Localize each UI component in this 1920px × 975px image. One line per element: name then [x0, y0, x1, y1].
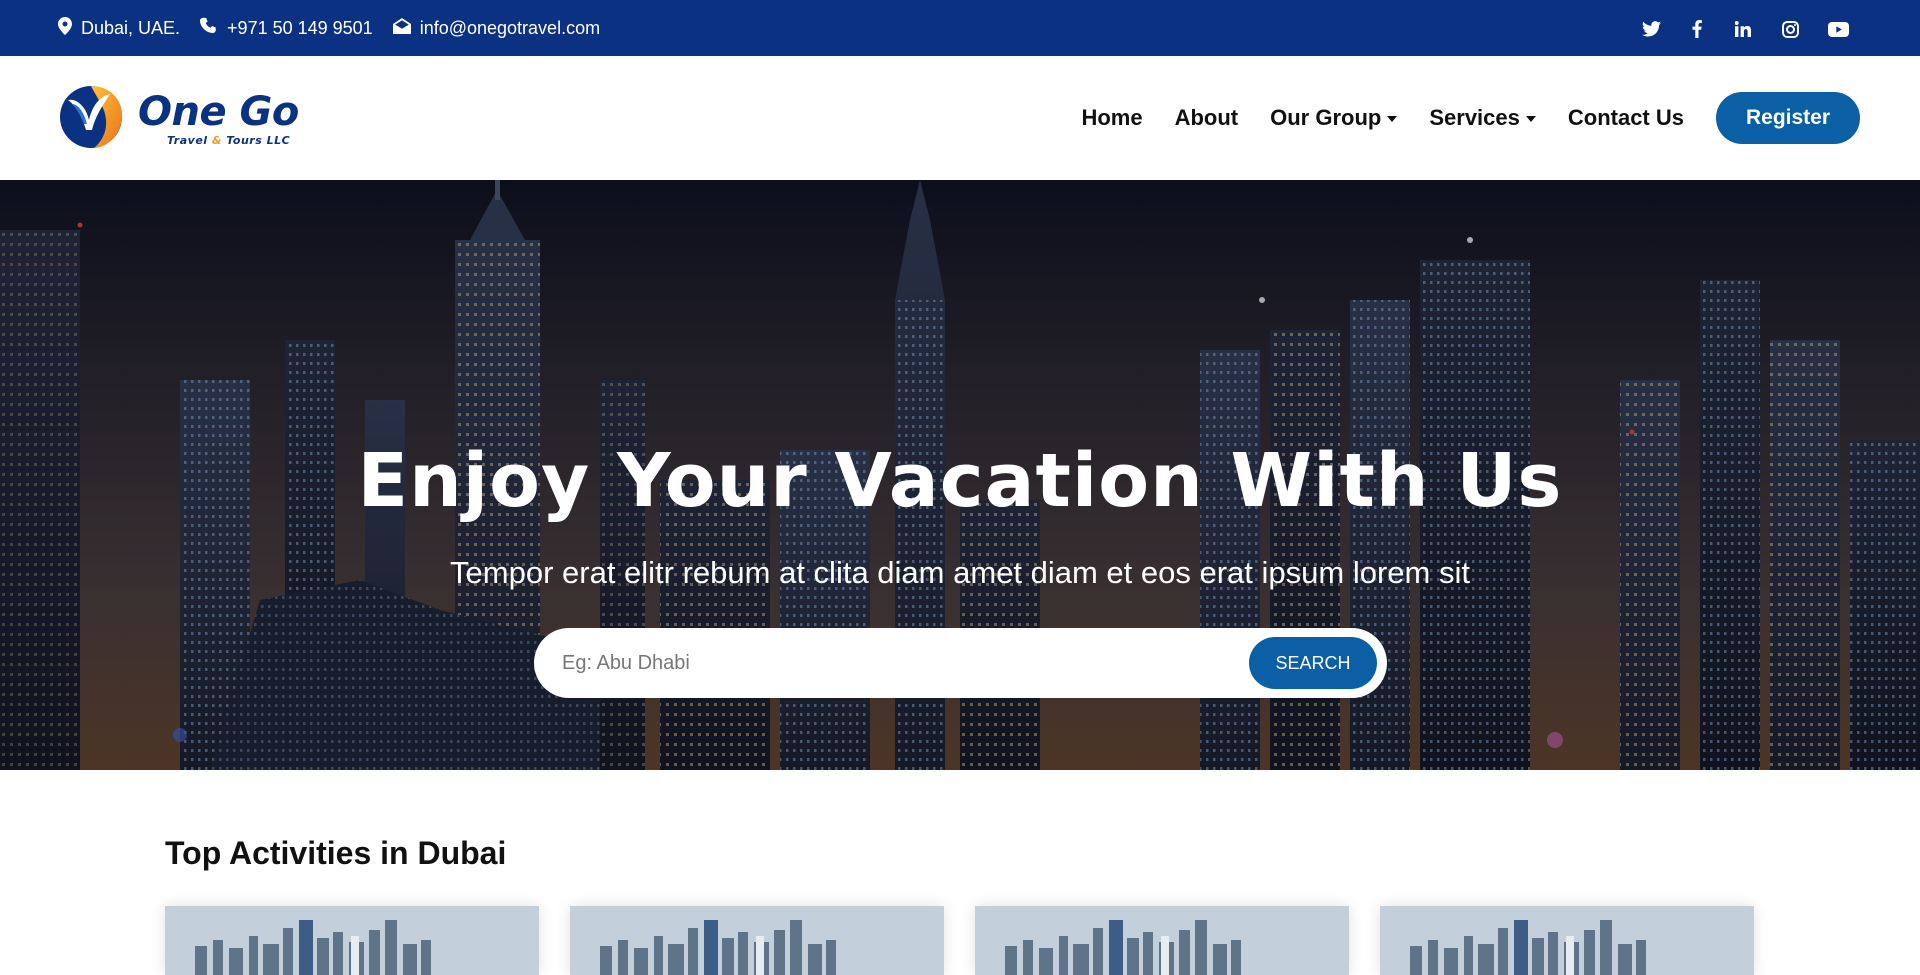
location-text: Dubai, UAE. — [81, 17, 181, 38]
hero-subtitle: Tempor erat elitr rebum at clita diam am… — [450, 555, 1470, 590]
activity-card-image — [570, 906, 944, 975]
activity-card-image — [165, 906, 539, 975]
hero-banner: Enjoy Your Vacation With Us Tempor erat … — [0, 180, 1920, 770]
nav-services[interactable]: Services — [1429, 92, 1536, 144]
activity-card-image — [1380, 906, 1754, 975]
phone-item[interactable]: +971 50 149 9501 — [200, 17, 373, 40]
twitter-icon[interactable] — [1640, 18, 1662, 40]
tagline-amp: & — [211, 134, 222, 147]
activity-card[interactable] — [165, 906, 539, 975]
brand-logo[interactable]: One Go Travel & Tours LLC — [58, 84, 299, 155]
email-text[interactable]: info@onegotravel.com — [420, 18, 600, 39]
brand-name: One Go — [138, 89, 299, 135]
activity-card[interactable] — [975, 906, 1349, 975]
social-links — [1640, 0, 1920, 56]
nav-our-group[interactable]: Our Group — [1270, 92, 1398, 144]
tagline-tours: Tours LLC — [226, 134, 291, 147]
tagline-travel: Travel — [167, 134, 208, 147]
location-item: Dubai, UAE. — [58, 16, 181, 40]
envelope-open-icon — [392, 17, 411, 39]
facebook-icon[interactable] — [1686, 18, 1708, 40]
destination-search: SEARCH — [534, 628, 1387, 698]
main-nav: Home About Our Group Services Contact Us… — [1081, 92, 1860, 144]
search-input[interactable] — [562, 628, 1242, 698]
chevron-down-icon — [1525, 116, 1536, 122]
register-button[interactable]: Register — [1716, 92, 1860, 144]
instagram-icon[interactable] — [1779, 18, 1801, 40]
nav-services-label: Services — [1429, 105, 1520, 130]
activities-cards — [165, 906, 1755, 975]
main-header: One Go Travel & Tours LLC Home About Our… — [0, 56, 1920, 180]
phone-icon — [200, 17, 218, 40]
hero-title: Enjoy Your Vacation With Us — [357, 438, 1563, 524]
nav-home[interactable]: Home — [1081, 92, 1142, 144]
top-contact-bar: Dubai, UAE. +971 50 149 9501 info@onegot… — [0, 0, 1920, 56]
email-item[interactable]: info@onegotravel.com — [392, 17, 600, 39]
nav-contact[interactable]: Contact Us — [1568, 92, 1684, 144]
logo-mark-icon — [58, 84, 124, 155]
activity-card-image — [975, 906, 1349, 975]
nav-about[interactable]: About — [1175, 92, 1239, 144]
activity-card[interactable] — [570, 906, 944, 975]
chevron-down-icon — [1387, 116, 1398, 122]
map-pin-icon — [58, 16, 72, 40]
brand-tagline: Travel & Tours LLC — [167, 134, 299, 147]
nav-our-group-label: Our Group — [1270, 105, 1382, 130]
phone-text[interactable]: +971 50 149 9501 — [227, 18, 373, 39]
contact-info: Dubai, UAE. +971 50 149 9501 info@onegot… — [58, 0, 600, 56]
activity-card[interactable] — [1380, 906, 1754, 975]
linkedin-icon[interactable] — [1732, 18, 1754, 40]
youtube-icon[interactable] — [1827, 18, 1849, 40]
search-button[interactable]: SEARCH — [1249, 637, 1377, 689]
section-title-activities: Top Activities in Dubai — [165, 835, 507, 871]
